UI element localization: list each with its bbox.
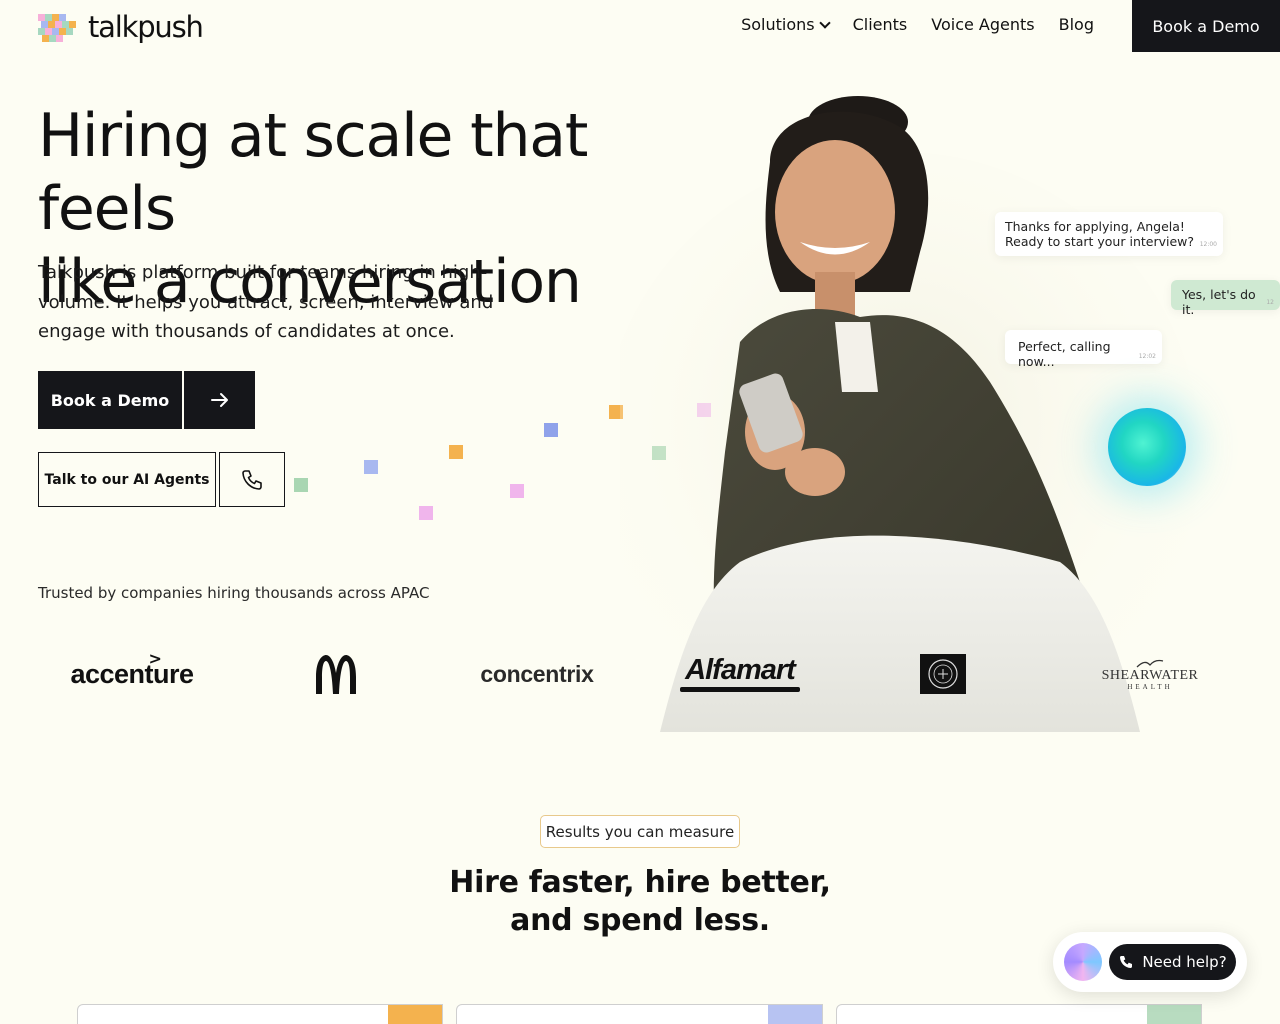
need-help-button[interactable]: Need help?	[1109, 944, 1236, 980]
result-card	[456, 1004, 823, 1024]
logo-shearwater-sub: HEALTH	[1127, 683, 1173, 691]
assistant-avatar[interactable]	[1064, 943, 1102, 981]
book-demo-arrow-button[interactable]	[184, 371, 255, 429]
phone-icon	[1120, 956, 1133, 968]
phone-icon	[242, 469, 262, 490]
chat-message-text: Yes, let's do it.	[1182, 287, 1256, 317]
nav-solutions[interactable]: Solutions	[741, 15, 831, 34]
call-button[interactable]	[219, 452, 285, 507]
nav-clients[interactable]: Clients	[853, 15, 908, 34]
chat-bubble-incoming: Perfect, calling now... 12:02	[1005, 330, 1162, 369]
results-title-line1: Hire faster, hire better,	[449, 865, 831, 900]
arrow-right-icon	[210, 393, 228, 407]
pixel-decoration	[510, 484, 524, 498]
logo-concentrix-text: concentrix	[480, 660, 594, 687]
result-card-accent	[1147, 1005, 1201, 1024]
logo-shearwater: SHEARWATER HEALTH	[1102, 650, 1198, 698]
trusted-by-label: Trusted by companies hiring thousands ac…	[38, 584, 430, 602]
chat-timestamp: 12:00	[1199, 241, 1217, 248]
logo-alfamart: Alfamart	[678, 650, 802, 698]
chat-bubble-incoming: Thanks for applying, Angela! Ready to st…	[995, 212, 1223, 256]
result-card	[77, 1004, 443, 1024]
primary-cta-group: Book a Demo	[38, 371, 255, 429]
result-card-accent	[768, 1005, 822, 1024]
results-title-line2: and spend less.	[510, 903, 770, 938]
top-nav: talkpush Solutions Clients Voice Agents …	[0, 0, 1280, 52]
logo-concentrix: concentrix	[472, 650, 602, 698]
result-card	[836, 1004, 1202, 1024]
pixel-decoration	[544, 423, 558, 437]
brand-name: talkpush	[88, 10, 204, 44]
pixel-decoration	[419, 506, 433, 520]
results-title: Hire faster, hire better, and spend less…	[340, 864, 940, 940]
mcdonalds-arches-icon	[316, 655, 356, 694]
result-card-accent	[388, 1005, 442, 1024]
logo-accenture: > accenture	[66, 648, 198, 698]
book-demo-button[interactable]: Book a Demo	[38, 371, 182, 429]
results-pill: Results you can measure	[540, 815, 740, 848]
coffee-bean-badge-icon	[920, 654, 966, 694]
logo-mark-icon	[38, 12, 82, 42]
hero-woman-image	[620, 96, 1200, 742]
brand-logo[interactable]: talkpush	[38, 10, 204, 44]
chat-bubble-outgoing: Yes, let's do it. 12	[1171, 280, 1280, 317]
nav-book-demo-button[interactable]: Book a Demo	[1132, 0, 1280, 52]
need-help-label: Need help?	[1142, 953, 1227, 971]
nav-solutions-label: Solutions	[741, 15, 815, 34]
hero-subtitle: Talkpush is platform built for teams hir…	[38, 262, 494, 342]
logo-shearwater-text: SHEARWATER	[1101, 668, 1199, 683]
nav-blog[interactable]: Blog	[1059, 15, 1094, 34]
chat-message-line: Thanks for applying, Angela!	[1005, 219, 1185, 234]
logo-alfamart-text: Alfamart	[685, 654, 796, 686]
hero-title-line1: Hiring at scale that feels	[38, 101, 588, 244]
client-logos: > accenture concentrix Alfamart SHEARWAT…	[38, 648, 1218, 700]
alfamart-underline	[680, 687, 800, 692]
logo-coffee-bean	[920, 650, 966, 698]
chat-timestamp: 12	[1266, 299, 1274, 306]
logo-accenture-text: accenture	[70, 658, 194, 689]
pixel-decoration	[294, 478, 308, 492]
nav-links: Solutions Clients Voice Agents Blog	[741, 15, 1094, 34]
nav-voice-agents[interactable]: Voice Agents	[931, 15, 1034, 34]
pixel-decoration	[364, 460, 378, 474]
chevron-down-icon	[818, 16, 831, 29]
ai-voice-orb	[1108, 408, 1186, 486]
logo-mcdonalds	[308, 650, 364, 698]
chat-message-line: Ready to start your interview?	[1005, 234, 1195, 249]
chat-timestamp: 12:02	[1138, 353, 1156, 360]
talk-to-ai-agents-button[interactable]: Talk to our AI Agents	[38, 452, 216, 507]
pixel-decoration	[449, 445, 463, 459]
accenture-chevron-icon: >	[148, 648, 162, 668]
help-widget: Need help?	[1053, 932, 1247, 992]
secondary-cta-group: Talk to our AI Agents	[38, 452, 285, 507]
